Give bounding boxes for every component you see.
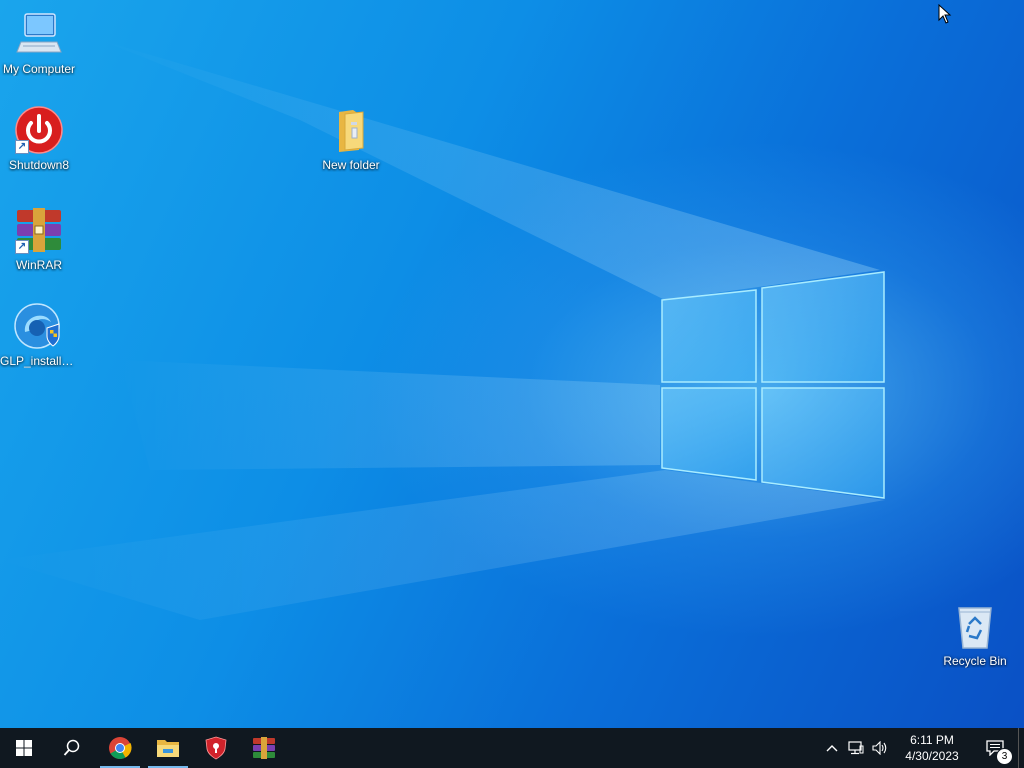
winrar-icon — [253, 737, 275, 759]
desktop-icon-recycle-bin[interactable]: Recycle Bin — [936, 602, 1014, 668]
computer-icon — [13, 10, 65, 60]
desktop-icon-label: GLP_installe... — [0, 354, 78, 368]
desktop-icon-label: WinRAR — [15, 258, 62, 272]
clock-button[interactable]: 6:11 PM 4/30/2023 — [892, 732, 972, 764]
search-icon — [63, 739, 80, 756]
clock-time: 6:11 PM — [910, 733, 954, 747]
network-icon — [848, 741, 864, 755]
chevron-up-icon — [826, 745, 838, 752]
desktop-icon-label: New folder — [322, 158, 380, 172]
clock-date: 4/30/2023 — [905, 749, 959, 763]
desktop-icon-label: Recycle Bin — [943, 654, 1007, 668]
winrar-icon: ↗ — [13, 206, 65, 256]
network-button[interactable] — [844, 728, 868, 768]
taskbar-shield-button[interactable] — [192, 728, 240, 768]
taskbar-file-explorer-button[interactable] — [144, 728, 192, 768]
desktop-icon-shutdown8[interactable]: ↗ Shutdown8 — [0, 106, 78, 172]
file-explorer-icon — [157, 740, 179, 757]
mouse-cursor-icon — [938, 4, 952, 24]
desktop-icon-label: Shutdown8 — [8, 158, 70, 172]
show-hidden-icons-button[interactable] — [820, 728, 844, 768]
show-desktop-button[interactable] — [1018, 728, 1024, 768]
taskbar: 6:11 PM 4/30/2023 3 — [0, 728, 1024, 768]
start-button[interactable] — [0, 728, 48, 768]
windows-start-icon — [16, 740, 32, 756]
chrome-icon — [109, 737, 132, 759]
power-icon: ↗ — [13, 106, 65, 156]
notification-count-badge: 3 — [996, 748, 1013, 765]
volume-icon — [872, 741, 887, 755]
desktop-icon-glp-installer[interactable]: GLP_installe... — [0, 302, 78, 368]
desktop-icon-winrar[interactable]: ↗ WinRAR — [0, 206, 78, 272]
desktop-icon-label: My Computer — [2, 62, 76, 76]
volume-button[interactable] — [868, 728, 892, 768]
system-tray: 6:11 PM 4/30/2023 3 — [820, 728, 1024, 768]
desktop-icon-my-computer[interactable]: My Computer — [0, 10, 78, 76]
search-button[interactable] — [48, 728, 96, 768]
wallpaper-windows-logo — [661, 271, 885, 499]
installer-icon — [13, 302, 65, 352]
desktop-icon-new-folder[interactable]: New folder — [312, 106, 390, 172]
taskbar-chrome-button[interactable] — [96, 728, 144, 768]
shield-icon — [205, 736, 227, 760]
recycle-bin-icon — [949, 602, 1001, 652]
notifications-button[interactable]: 3 — [972, 728, 1018, 768]
shortcut-arrow-icon: ↗ — [15, 240, 29, 254]
shortcut-arrow-icon: ↗ — [15, 140, 29, 154]
taskbar-winrar-button[interactable] — [240, 728, 288, 768]
folder-icon — [325, 106, 377, 156]
